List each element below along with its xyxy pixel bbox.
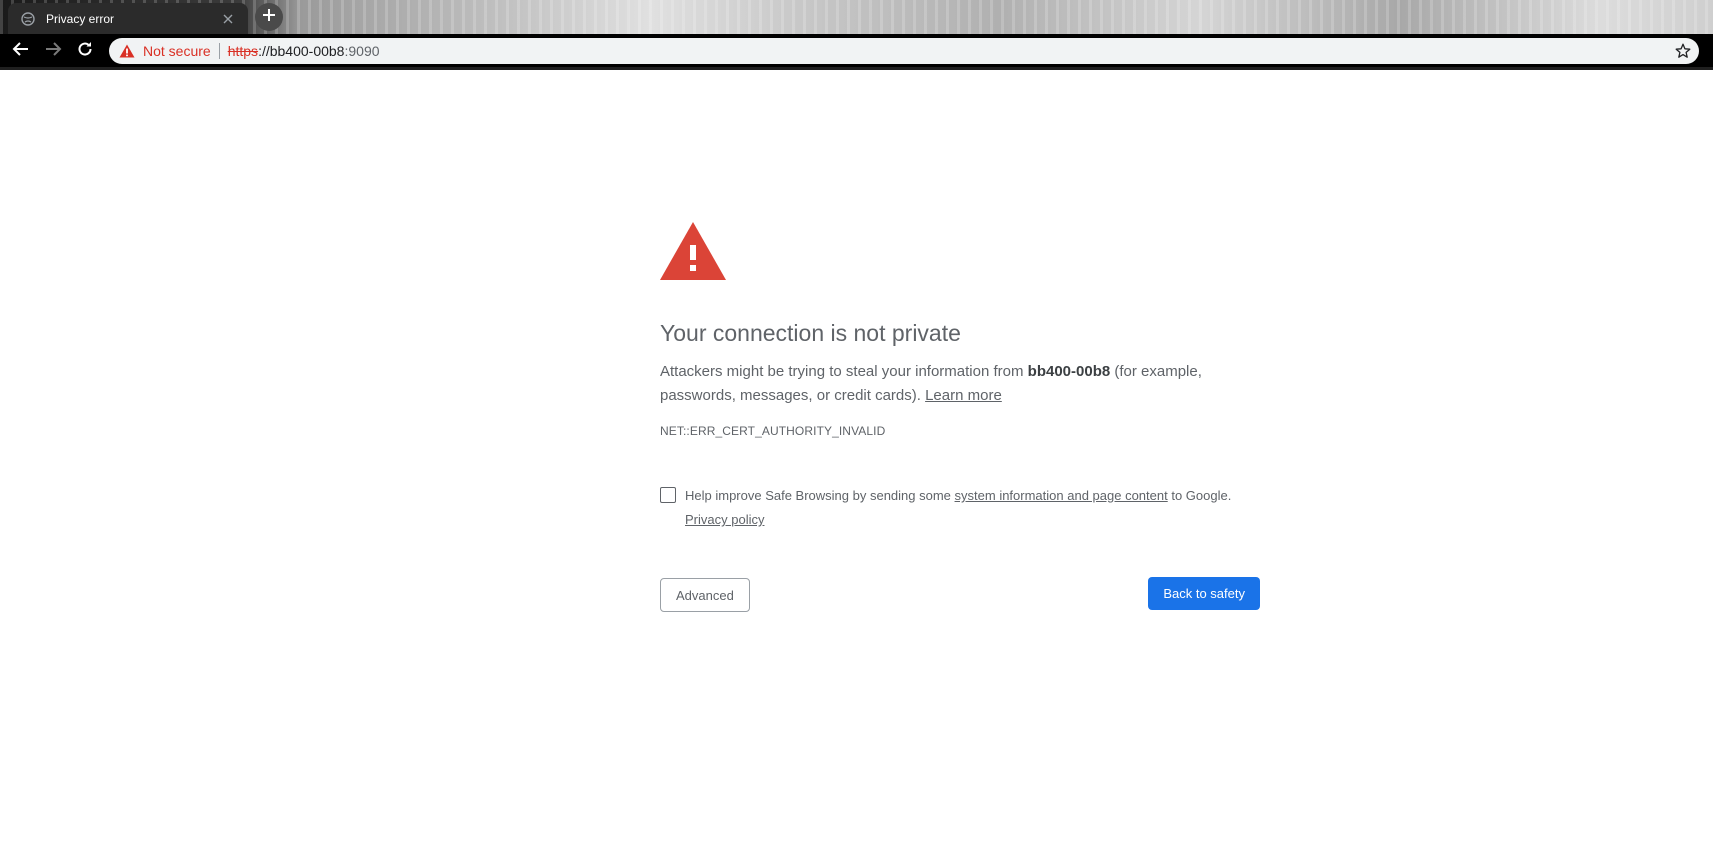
back-to-safety-button[interactable]: Back to safety — [1148, 577, 1260, 610]
toolbar-divider — [0, 67, 1713, 70]
interstitial-content: Your connection is not private Attackers… — [660, 222, 1260, 614]
button-row: Advanced Back to safety — [660, 577, 1260, 614]
learn-more-link[interactable]: Learn more — [925, 387, 1002, 404]
forward-arrow-icon — [44, 40, 62, 63]
reload-button[interactable] — [71, 37, 99, 65]
error-code: NET::ERR_CERT_AUTHORITY_INVALID — [660, 424, 886, 438]
new-tab-button[interactable] — [255, 3, 283, 31]
explanation-text: Attackers might be trying to steal your … — [660, 360, 1260, 408]
opt-in-prefix: Help improve Safe Browsing by sending so… — [685, 488, 955, 503]
opt-in-label: Help improve Safe Browsing by sending so… — [685, 484, 1260, 532]
back-arrow-icon — [12, 40, 30, 63]
globe-icon — [20, 11, 36, 27]
back-button[interactable] — [7, 37, 35, 65]
privacy-policy-link[interactable]: Privacy policy — [685, 512, 764, 527]
plus-icon — [262, 8, 276, 27]
tab-title: Privacy error — [46, 11, 115, 26]
opt-in-suffix: to Google. — [1167, 488, 1232, 503]
host-name: bb400-00b8 — [1027, 363, 1111, 380]
url-host: bb400-00b8 — [269, 43, 345, 59]
close-icon[interactable] — [220, 11, 236, 27]
toolbar: Not secure https://bb400-00b8:9090 — [0, 34, 1713, 68]
url-scheme-separator: :// — [258, 43, 270, 59]
system-info-link[interactable]: system information and page content — [955, 488, 1168, 503]
advanced-button[interactable]: Advanced — [660, 578, 750, 612]
url-text[interactable]: https://bb400-00b8:9090 — [228, 43, 380, 59]
forward-button[interactable] — [39, 37, 67, 65]
tab-strip: Privacy error — [0, 0, 1713, 34]
warning-triangle-icon[interactable] — [119, 43, 135, 59]
explanation-prefix: Attackers might be trying to steal your … — [660, 363, 1028, 380]
star-icon[interactable] — [1675, 43, 1691, 59]
safe-browsing-checkbox[interactable] — [660, 487, 676, 503]
address-bar[interactable]: Not secure https://bb400-00b8:9090 — [109, 38, 1699, 64]
security-chip-label[interactable]: Not secure — [143, 43, 211, 59]
url-port: :9090 — [344, 43, 380, 59]
page-title: Your connection is not private — [660, 320, 961, 346]
warning-triangle-icon — [660, 222, 726, 280]
omnibox-separator — [218, 43, 220, 59]
tab-active[interactable]: Privacy error — [8, 3, 248, 34]
reload-icon — [76, 40, 94, 63]
safe-browsing-opt-in: Help improve Safe Browsing by sending so… — [660, 484, 1260, 532]
url-scheme: https — [227, 43, 259, 59]
